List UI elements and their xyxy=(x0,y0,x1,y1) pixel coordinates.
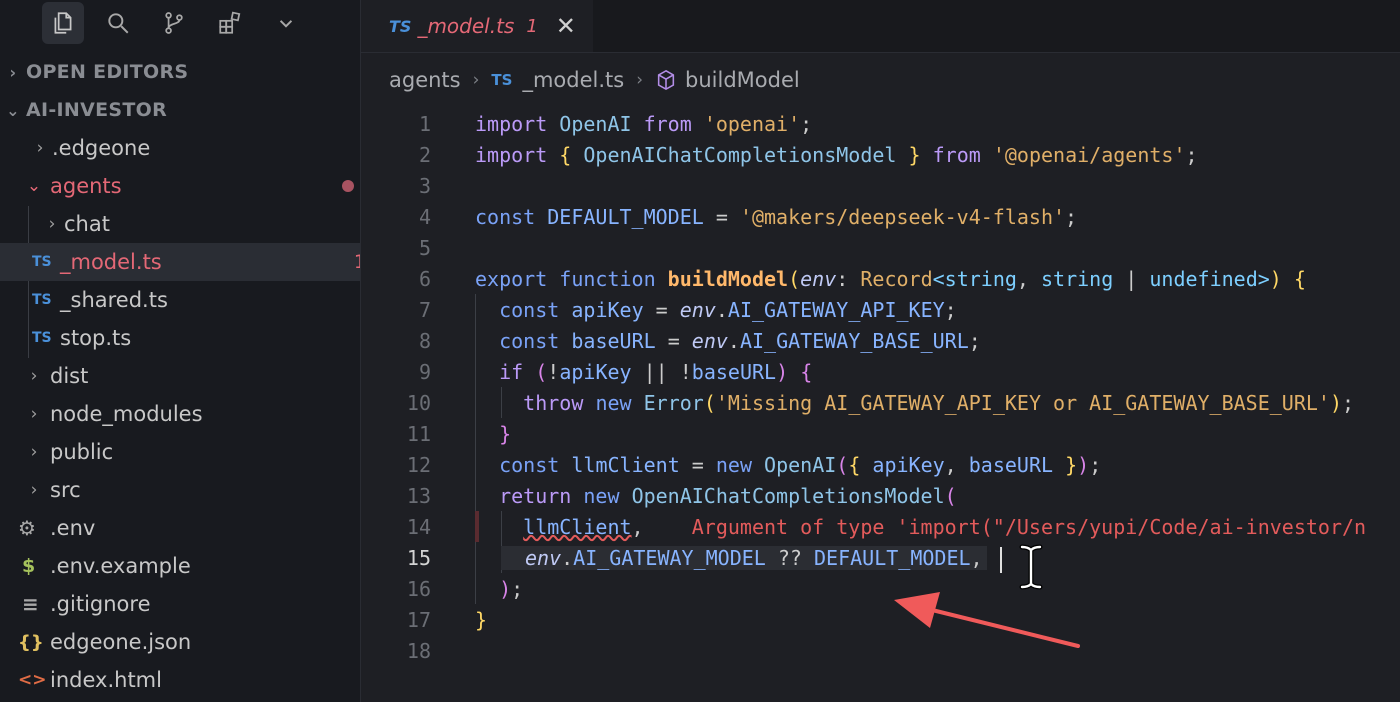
search-icon[interactable] xyxy=(97,2,139,44)
tree-file-model-ts[interactable]: TS _model.ts 1 xyxy=(0,243,360,281)
tree-folder-public[interactable]: › public xyxy=(0,433,360,471)
chevron-right-icon: › xyxy=(30,480,38,500)
project-header[interactable]: ⌄ AI-INVESTOR xyxy=(0,92,360,128)
tree-folder-edgeone[interactable]: › .edgeone xyxy=(0,129,360,167)
json-icon: {} xyxy=(18,631,44,653)
html-icon: <> xyxy=(18,670,47,690)
gear-icon: ⚙ xyxy=(18,516,36,540)
code-line-10[interactable]: 10 throw new Error('Missing AI_GATEWAY_A… xyxy=(361,387,1400,418)
tree-file-index-html[interactable]: <> index.html xyxy=(0,661,360,699)
tab-bar: TS _model.ts 1 ✕ xyxy=(361,0,1400,53)
tree-folder-src[interactable]: › src xyxy=(0,471,360,509)
tab-label: _model.ts xyxy=(417,14,515,38)
ibeam-cursor-icon xyxy=(1019,544,1043,590)
chevron-right-icon: › xyxy=(30,366,38,386)
breadcrumb-symbol[interactable]: buildModel xyxy=(685,68,800,92)
explorer-icon[interactable] xyxy=(42,2,84,44)
source-control-icon[interactable] xyxy=(153,2,195,44)
tree-folder-chat[interactable]: › chat xyxy=(0,205,360,243)
code-line-13[interactable]: 13 return new OpenAIChatCompletionsModel… xyxy=(361,480,1400,511)
chevron-right-icon: › xyxy=(472,70,480,90)
chevron-down-icon[interactable] xyxy=(265,2,307,44)
chevron-right-icon: › xyxy=(30,404,38,424)
breadcrumb-file[interactable]: _model.ts xyxy=(522,68,624,92)
dollar-icon: $ xyxy=(22,555,36,577)
code-line-9[interactable]: 9 if (!apiKey || !baseURL) { xyxy=(361,356,1400,387)
typescript-file-icon: TS xyxy=(491,71,513,89)
tree-file-edgeone-json[interactable]: {} edgeone.json xyxy=(0,623,360,661)
tree-file-stop-ts[interactable]: TS stop.ts xyxy=(0,319,360,357)
close-icon[interactable]: ✕ xyxy=(556,12,576,40)
chevron-right-icon: › xyxy=(30,442,38,462)
typescript-file-icon: TS xyxy=(32,330,52,346)
chevron-right-icon: › xyxy=(48,214,56,234)
explorer-sidebar: › OPEN EDITORS ⌄ AI-INVESTOR › .edgeone … xyxy=(0,0,361,702)
code-line-16[interactable]: 16 ); xyxy=(361,573,1400,604)
breadcrumb: agents › TS _model.ts › buildModel xyxy=(389,60,800,100)
open-editors-header[interactable]: › OPEN EDITORS xyxy=(0,54,360,90)
inline-error-message[interactable]: Argument of type 'import("/Users/yupi/Co… xyxy=(692,515,1366,539)
code-line-15[interactable]: 15 env.AI_GATEWAY_MODEL ?? DEFAULT_MODEL… xyxy=(361,542,1400,573)
chevron-down-icon: ⌄ xyxy=(6,100,20,120)
tab-model-ts[interactable]: TS _model.ts 1 ✕ xyxy=(361,0,593,52)
code-line-14[interactable]: 14 llmClient, Argument of type 'import("… xyxy=(361,511,1400,542)
code-line-5[interactable]: 5 xyxy=(361,232,1400,263)
breadcrumb-folder[interactable]: agents xyxy=(389,68,461,92)
tree-folder-dist[interactable]: › dist xyxy=(0,357,360,395)
modified-dot-badge xyxy=(342,180,354,192)
annotation-arrow-icon xyxy=(894,592,1080,648)
tab-problem-count: 1 xyxy=(526,15,538,37)
typescript-file-icon: TS xyxy=(389,16,412,36)
tree-file-env[interactable]: ⚙ .env xyxy=(0,509,360,547)
code-line-12[interactable]: 12 const llmClient = new OpenAI({ apiKey… xyxy=(361,449,1400,480)
lines-icon: ≡ xyxy=(22,592,39,616)
tree-file-env-example[interactable]: $ .env.example xyxy=(0,547,360,585)
activity-bar xyxy=(0,0,360,48)
chevron-right-icon: › xyxy=(636,70,644,90)
code-line-17[interactable]: 17 } xyxy=(361,604,1400,635)
chevron-right-icon: › xyxy=(36,138,44,158)
text-cursor xyxy=(1000,547,1002,573)
extensions-icon[interactable] xyxy=(209,2,251,44)
code-line-1[interactable]: 1 import OpenAI from 'openai'; xyxy=(361,108,1400,139)
code-line-8[interactable]: 8 const baseURL = env.AI_GATEWAY_BASE_UR… xyxy=(361,325,1400,356)
code-line-3[interactable]: 3 xyxy=(361,170,1400,201)
code-line-18[interactable]: 18 xyxy=(361,635,1400,666)
code-line-4[interactable]: 4 const DEFAULT_MODEL = '@makers/deepsee… xyxy=(361,201,1400,232)
code-line-6[interactable]: 6 export function buildModel(env: Record… xyxy=(361,263,1400,294)
chevron-right-icon: › xyxy=(9,62,17,82)
symbol-cube-icon xyxy=(655,69,677,91)
code-line-2[interactable]: 2 import { OpenAIChatCompletionsModel } … xyxy=(361,139,1400,170)
tree-folder-agents[interactable]: ⌄ agents xyxy=(0,167,360,205)
problem-count-badge: 1 xyxy=(354,251,360,273)
code-line-11[interactable]: 11 } xyxy=(361,418,1400,449)
typescript-file-icon: TS xyxy=(32,292,52,308)
chevron-down-icon: ⌄ xyxy=(26,176,42,196)
tree-folder-node-modules[interactable]: › node_modules xyxy=(0,395,360,433)
tree-file-gitignore[interactable]: ≡ .gitignore xyxy=(0,585,360,623)
typescript-file-icon: TS xyxy=(32,254,52,270)
editor-pane: TS _model.ts 1 ✕ agents › TS _model.ts ›… xyxy=(361,0,1400,702)
tree-file-shared-ts[interactable]: TS _shared.ts xyxy=(0,281,360,319)
code-line-7[interactable]: 7 const apiKey = env.AI_GATEWAY_API_KEY; xyxy=(361,294,1400,325)
